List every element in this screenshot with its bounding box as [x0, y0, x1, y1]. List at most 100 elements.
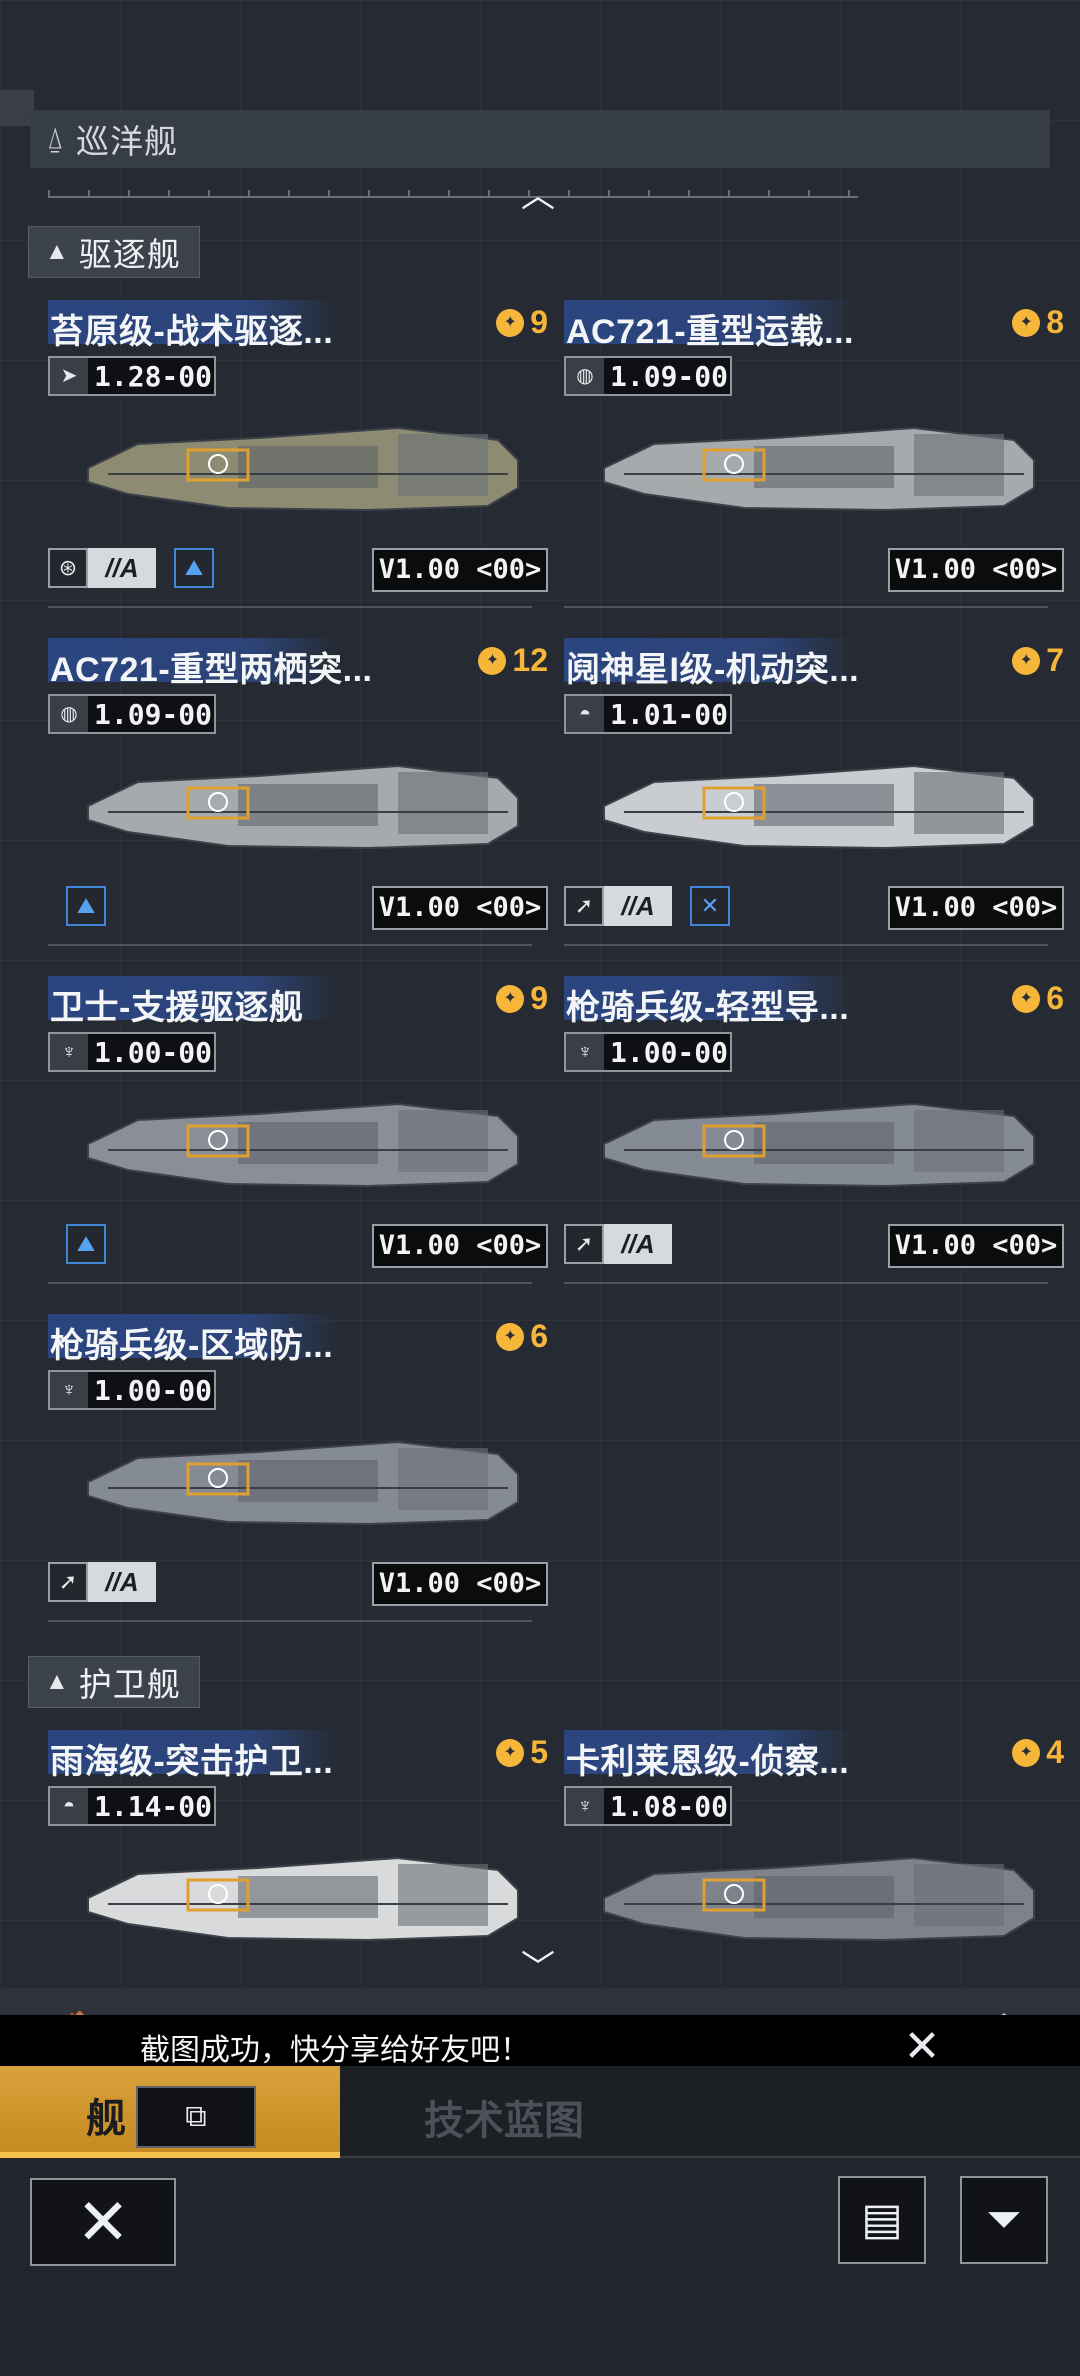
ship-rank-value: 4 [1046, 1734, 1064, 1770]
target-icon: ⊛ [48, 548, 88, 588]
ship-name: AC721-重型两栖突... [50, 651, 373, 689]
ship-rank-value: 5 [530, 1734, 548, 1770]
ship-name: 枪骑兵级-区域防... [50, 1327, 334, 1365]
ship-rank-value: 6 [1046, 980, 1064, 1016]
ship-card[interactable]: 苔原级-战术驱逐... ✦ 9 ➤ 1.28-00 ⊛//A ⛰ V1.00 <00> [48, 300, 548, 620]
rank-emblem-icon: ✦ [496, 1322, 525, 1351]
wa-badge: //A [604, 886, 672, 926]
rank-emblem-icon: ✦ [496, 308, 525, 337]
card-scale-ruler [48, 1616, 532, 1622]
section-header-destroyer[interactable]: ▲ 驱逐舰 [28, 226, 200, 278]
section-label-cruiser: 巡洋舰 [76, 123, 178, 160]
side-tab[interactable] [0, 90, 34, 126]
wa-badge: //A [88, 1562, 156, 1602]
tab-blueprints-label: 技术蓝图 [424, 2099, 584, 2143]
ship-rank-value: 12 [512, 642, 548, 678]
version-label: V1.00 <00> [372, 1562, 548, 1606]
rank-emblem-icon: ✦ [1012, 308, 1041, 337]
card-scale-ruler [48, 940, 532, 946]
ship-card[interactable]: AC721-重型两栖突... ✦ 12 ◍ 1.09-00 ⛰ V1.00 <00> [48, 638, 548, 958]
arrow-icon: ➚ [48, 1562, 88, 1602]
version-label: V1.00 <00> [372, 886, 548, 930]
ship-rank-value: 9 [530, 980, 548, 1016]
ship-card[interactable]: 雨海级-突击护卫... ✦ 5 ◓ 1.14-00 [48, 1730, 548, 1988]
ship-name: 苔原级-战术驱逐... [50, 313, 334, 351]
rank-emblem-icon: ✦ [1012, 646, 1041, 675]
ship-image [584, 1818, 1044, 1968]
version-label: V1.00 <00> [372, 548, 548, 592]
ship-badges: ➚//A [564, 1224, 672, 1264]
ship-card[interactable]: 卡利莱恩级-侦察... ✦ 4 ♆ 1.08-00 [564, 1730, 1064, 1988]
frigate-class-icon: ▲ [45, 1668, 69, 1695]
card-scale-ruler [48, 1278, 532, 1284]
ship-image [68, 1818, 528, 1968]
close-button[interactable]: ✕ [30, 2178, 176, 2266]
ship-rank-value: 8 [1046, 304, 1064, 340]
rank-emblem-icon: ✦ [478, 646, 507, 675]
destroyer-class-icon: ▲ [45, 238, 69, 265]
ship-card[interactable]: AC721-重型运载... ✦ 8 ◍ 1.09-00 V1.00 <00> [564, 300, 1064, 620]
tab-ships-label: 舰 [86, 2097, 126, 2141]
ship-image [68, 1402, 528, 1552]
ship-rank-value: 7 [1046, 642, 1064, 678]
toast-message: 截图成功，快分享给好友吧！ [140, 2034, 530, 2067]
cruiser-class-icon: ⍙ [46, 122, 64, 155]
ship-rank: ✦ 9 [496, 980, 548, 1017]
tab-blueprints[interactable]: 技术蓝图 [340, 2066, 680, 2158]
wa-badge: //A [604, 1224, 672, 1264]
tab-bar-filler [680, 2066, 1080, 2158]
ship-rank: ✦ 6 [496, 1318, 548, 1355]
ship-rank-value: 6 [530, 1318, 548, 1354]
ship-name: 阋神星I级-机动突... [566, 651, 860, 689]
ship-badges: ⛰ [48, 1224, 106, 1264]
ship-image [584, 1064, 1044, 1214]
card-scale-ruler [48, 602, 532, 608]
version-label: V1.00 <00> [888, 548, 1064, 592]
version-label: V1.00 <00> [372, 1224, 548, 1268]
ship-name: 卡利莱恩级-侦察... [566, 1743, 850, 1781]
ship-image [584, 388, 1044, 538]
shield-blue-icon: ⛰ [66, 886, 106, 926]
version-label: V1.00 <00> [888, 1224, 1064, 1268]
ship-badges: ➚//A ✕ [564, 886, 730, 926]
section-header-frigate[interactable]: ▲ 护卫舰 [28, 1656, 200, 1708]
section-label-frigate: 护卫舰 [78, 1666, 181, 1703]
version-label: V1.00 <00> [888, 886, 1064, 930]
ship-name: 枪骑兵级-轻型导... [566, 989, 850, 1027]
ship-image [68, 388, 528, 538]
card-scale-ruler [564, 940, 1048, 946]
ship-badges: ➚//A [48, 1562, 156, 1602]
section-label-destroyer: 驱逐舰 [78, 236, 181, 273]
arrow-icon: ➚ [564, 886, 604, 926]
ship-card[interactable]: 枪骑兵级-区域防... ✦ 6 ♆ 1.00-00 ➚//A V1.00 <00> [48, 1314, 548, 1634]
ship-rank: ✦ 5 [496, 1734, 548, 1771]
expand-down-icon[interactable]: ﹀ [521, 1940, 555, 1989]
ship-name: 卫士-支援驱逐舰 [50, 989, 304, 1027]
section-header-cruiser[interactable]: ⍙ 巡洋舰 [30, 110, 1050, 168]
wa-badge: //A [88, 548, 156, 588]
rank-emblem-icon: ✦ [1012, 1738, 1041, 1767]
ship-rank: ✦ 9 [496, 304, 548, 341]
cross-blue-icon: ✕ [690, 886, 730, 926]
ship-image [68, 1064, 528, 1214]
arrow-icon: ➚ [564, 1224, 604, 1264]
ship-rank: ✦ 6 [1012, 980, 1064, 1017]
ship-card[interactable]: 阋神星I级-机动突... ✦ 7 ◓ 1.01-00 ➚//A ✕ V1.00 <00> [564, 638, 1064, 958]
ship-card[interactable]: 枪骑兵级-轻型导... ✦ 6 ♆ 1.00-00 ➚//A V1.00 <00> [564, 976, 1064, 1296]
list-button[interactable]: ▤ [838, 2176, 926, 2264]
filter-button[interactable]: ⏷ [960, 2176, 1048, 2264]
ship-badges: ⛰ [48, 886, 106, 926]
rank-emblem-icon: ✦ [496, 984, 525, 1013]
ship-image [584, 726, 1044, 876]
card-scale-ruler [564, 602, 1048, 608]
rank-emblem-icon: ✦ [496, 1738, 525, 1767]
scale-ruler [48, 190, 858, 198]
shield-blue-icon: ⛰ [66, 1224, 106, 1264]
share-button[interactable]: ⧉ [136, 2086, 256, 2148]
ship-image [68, 726, 528, 876]
ship-card[interactable]: 卫士-支援驱逐舰 ✦ 9 ♆ 1.00-00 ⛰ V1.00 <00> [48, 976, 548, 1296]
collapse-up-icon[interactable]: ︿ [521, 168, 555, 217]
ship-name: 雨海级-突击护卫... [50, 1743, 334, 1781]
ship-rank: ✦ 8 [1012, 304, 1064, 341]
card-scale-ruler [564, 1278, 1048, 1284]
